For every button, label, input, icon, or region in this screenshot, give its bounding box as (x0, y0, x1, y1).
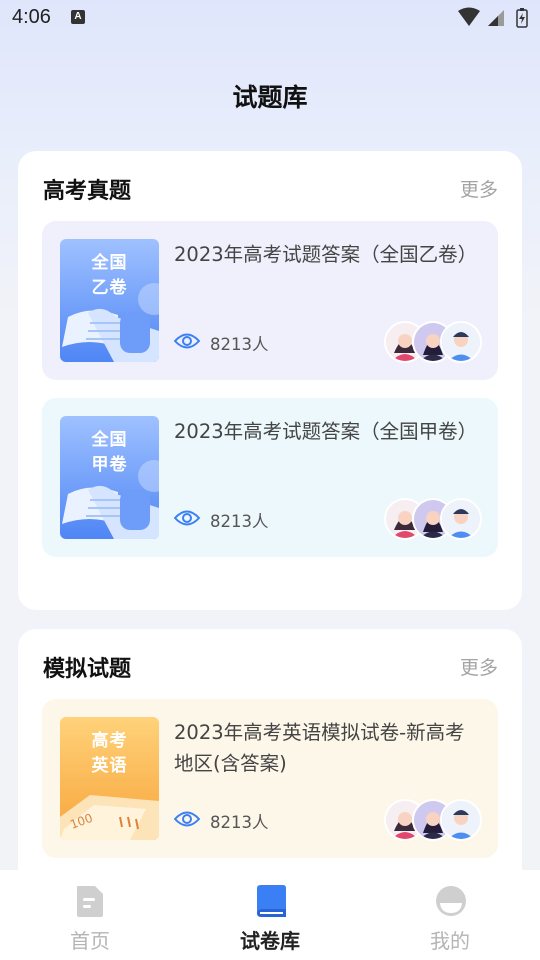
view-count: 8213人 (210, 512, 269, 531)
view-count: 8213人 (210, 335, 269, 354)
view-count: 8213人 (210, 813, 269, 832)
avatar (440, 321, 482, 363)
thumb-text-line-2: 乙卷 (91, 278, 128, 298)
thumb-text-line-1: 全国 (91, 253, 128, 273)
thumb-text-line-1: 高考 (91, 731, 128, 751)
profile-icon (436, 886, 466, 916)
exam-list-item[interactable]: 全国 甲卷 2023年高考试题答案（全国甲卷） 8213人 (42, 398, 498, 557)
section-card-mock-exams: 模拟试题 更多 100 高考 英语 2023年高考英语模拟试卷-新高考地区(含答… (18, 629, 522, 889)
tab-label: 试卷库 (240, 929, 300, 953)
exam-list-item[interactable]: 全国 乙卷 2023年高考试题答案（全国乙卷） 8213人 (42, 221, 498, 380)
tab-mine[interactable]: 我的 (390, 870, 510, 960)
section-title: 模拟试题 (43, 657, 132, 682)
avatar-group (384, 799, 482, 841)
exam-title: 2023年高考试题答案（全国乙卷） (174, 243, 478, 266)
exam-title: 2023年高考试题答案（全国甲卷） (174, 420, 478, 443)
status-time: 4:06 (12, 6, 51, 28)
section-title: 高考真题 (43, 179, 132, 204)
wifi-icon (458, 7, 480, 26)
avatar-group (384, 498, 482, 540)
eye-icon (174, 811, 200, 827)
book-icon (257, 885, 286, 917)
more-link[interactable]: 更多 (460, 175, 498, 202)
thumb-text-line-2: 英语 (91, 756, 128, 776)
exam-title: 2023年高考英语模拟试卷-新高考地区(含答案) (174, 721, 465, 775)
tab-exam-library[interactable]: 试卷库 (210, 870, 330, 960)
eye-icon (174, 333, 200, 349)
page-title: 试题库 (232, 83, 308, 112)
avatar (440, 498, 482, 540)
section-card-real-exams: 高考真题 更多 全国 乙卷 2023年高考试题答案（全国乙卷） 8213人 全国… (18, 151, 522, 610)
tab-home[interactable]: 首页 (30, 870, 150, 960)
avatar-group (384, 321, 482, 363)
status-icons (458, 7, 528, 28)
status-bar: 4:06 A (0, 0, 540, 36)
exam-thumbnail: 100 高考 英语 (60, 717, 159, 840)
more-link[interactable]: 更多 (460, 653, 498, 680)
tab-label: 首页 (70, 929, 110, 953)
exam-thumbnail: 全国 乙卷 (60, 239, 159, 362)
eye-icon (174, 510, 200, 526)
avatar (440, 799, 482, 841)
exam-list-item[interactable]: 100 高考 英语 2023年高考英语模拟试卷-新高考地区(含答案) 8213人 (42, 699, 498, 858)
tab-label: 我的 (430, 929, 470, 953)
thumb-text-line-2: 甲卷 (91, 455, 128, 475)
notification-a-icon: A (71, 10, 85, 24)
thumb-text-line-1: 全国 (91, 430, 128, 450)
exam-thumbnail: 全国 甲卷 (60, 416, 159, 539)
document-icon (77, 886, 103, 917)
bottom-tab-bar: 首页 试卷库 我的 (0, 870, 540, 960)
